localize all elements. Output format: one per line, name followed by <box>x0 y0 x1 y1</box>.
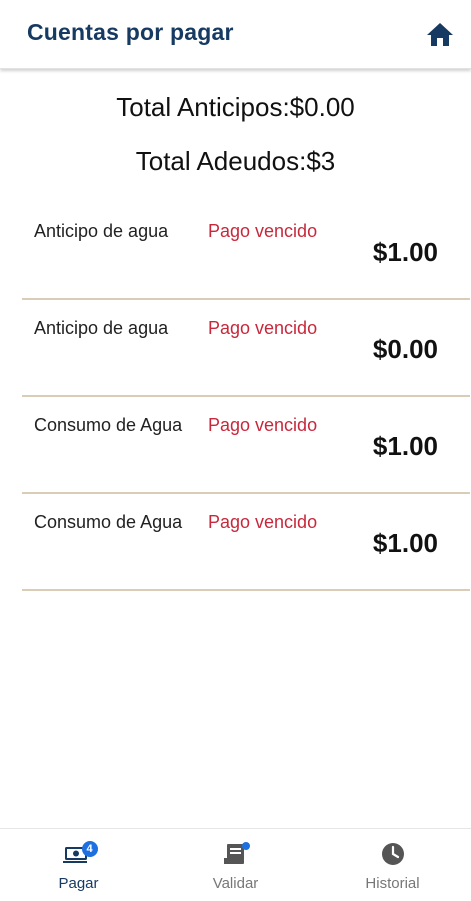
item-amount: $1.00 <box>372 237 438 267</box>
nav-label: Pagar <box>58 875 99 892</box>
notification-dot <box>241 842 250 850</box>
nav-label: Historial <box>365 875 420 892</box>
nav-validar[interactable]: Validar <box>157 829 314 901</box>
totals-section: Total Anticipos:$0.00 Total Adeudos:$3 <box>0 86 471 194</box>
home-icon <box>427 23 453 46</box>
item-name: Consumo de Agua <box>34 512 183 532</box>
item-amount: $0.00 <box>372 334 438 364</box>
item-amount: $1.00 <box>372 528 438 558</box>
nav-historial[interactable]: Historial <box>314 829 471 901</box>
pending-count-badge: 4 <box>81 841 98 857</box>
payments-list: Anticipo de agua Pago vencido $1.00 Anti… <box>22 203 470 591</box>
list-item[interactable]: Anticipo de agua Pago vencido $1.00 <box>22 203 470 300</box>
receipt-icon <box>219 841 253 867</box>
nav-pagar[interactable]: 4 Pagar <box>0 829 157 901</box>
nav-label: Validar <box>212 875 259 892</box>
page-title: Cuentas por pagar <box>27 19 234 45</box>
list-item[interactable]: Consumo de Agua Pago vencido $1.00 <box>22 397 470 494</box>
app-bar: Cuentas por pagar <box>0 0 471 69</box>
item-status: Pago vencido <box>208 512 318 532</box>
clock-icon <box>376 841 410 867</box>
item-status: Pago vencido <box>208 221 318 241</box>
list-item[interactable]: Consumo de Agua Pago vencido $1.00 <box>22 494 470 591</box>
item-status: Pago vencido <box>208 415 318 435</box>
item-name: Anticipo de agua <box>34 318 169 338</box>
home-button[interactable] <box>424 18 456 50</box>
item-name: Anticipo de agua <box>34 221 169 241</box>
total-adeudos: Total Adeudos:$3 <box>135 146 336 176</box>
item-name: Consumo de Agua <box>34 415 183 435</box>
item-status: Pago vencido <box>208 318 318 338</box>
payments-icon: 4 <box>62 841 98 867</box>
bottom-navigation: 4 Pagar Validar Historial <box>0 828 471 901</box>
list-item[interactable]: Anticipo de agua Pago vencido $0.00 <box>22 300 470 397</box>
total-anticipos: Total Anticipos:$0.00 <box>116 92 355 122</box>
item-amount: $1.00 <box>372 431 438 461</box>
